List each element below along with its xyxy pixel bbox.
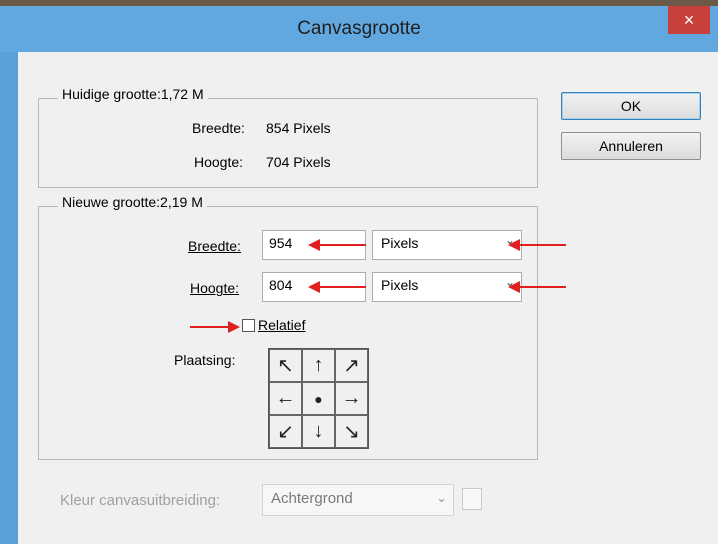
anchor-center[interactable]: ●: [302, 382, 335, 415]
current-height-value: 704 Pixels: [266, 154, 331, 170]
dialog-title: Canvasgrootte: [297, 18, 421, 39]
anchor-label: Plaatsing:: [174, 352, 236, 368]
annotation-arrow: [308, 281, 366, 293]
anchor-grid: ↖ ↑ ↗ ← ● → ↙ ↓ ↘: [268, 348, 369, 449]
anchor-bottom-right[interactable]: ↘: [335, 415, 368, 448]
anchor-bottom-left[interactable]: ↙: [269, 415, 302, 448]
current-width-label: Breedte:: [192, 120, 245, 136]
height-unit-value: Pixels: [381, 277, 419, 293]
color-swatch[interactable]: [462, 488, 482, 510]
anchor-top-right[interactable]: ↗: [335, 349, 368, 382]
close-button[interactable]: ×: [668, 6, 710, 34]
width-unit-value: Pixels: [381, 235, 419, 251]
current-width-value: 854 Pixels: [266, 120, 331, 136]
new-width-label: Breedte:: [188, 238, 241, 254]
anchor-top[interactable]: ↑: [302, 349, 335, 382]
anchor-left[interactable]: ←: [269, 382, 302, 415]
current-size-legend: Huidige grootte:1,72 M: [58, 86, 208, 102]
relative-checkbox[interactable]: [242, 319, 255, 332]
extension-color-value: Achtergrond: [271, 490, 353, 507]
anchor-top-left[interactable]: ↖: [269, 349, 302, 382]
chevron-down-icon: ⌄: [436, 490, 447, 505]
current-height-label: Hoogte:: [194, 154, 244, 170]
extension-color-select[interactable]: Achtergrond ⌄: [262, 484, 454, 516]
dialog-body: Huidige grootte:1,72 M Breedte: 854 Pixe…: [18, 52, 718, 544]
width-unit-select[interactable]: Pixels ⌄: [372, 230, 522, 260]
new-size-legend: Nieuwe grootte:2,19 M: [58, 194, 207, 210]
annotation-arrow: [308, 239, 366, 251]
height-unit-select[interactable]: Pixels ⌄: [372, 272, 522, 302]
title-bar: Canvasgrootte ×: [0, 6, 718, 52]
annotation-arrow: [190, 321, 240, 333]
anchor-right[interactable]: →: [335, 382, 368, 415]
dialog-window: Canvasgrootte × Huidige grootte:1,72 M B…: [0, 6, 718, 544]
cancel-button[interactable]: Annuleren: [561, 132, 701, 160]
current-size-group: [38, 98, 538, 188]
ok-button[interactable]: OK: [561, 92, 701, 120]
annotation-arrow: [508, 239, 566, 251]
relative-label: Relatief: [258, 317, 306, 333]
anchor-bottom[interactable]: ↓: [302, 415, 335, 448]
new-height-label: Hoogte:: [190, 280, 240, 296]
extension-color-label: Kleur canvasuitbreiding:: [60, 492, 221, 509]
annotation-arrow: [508, 281, 566, 293]
